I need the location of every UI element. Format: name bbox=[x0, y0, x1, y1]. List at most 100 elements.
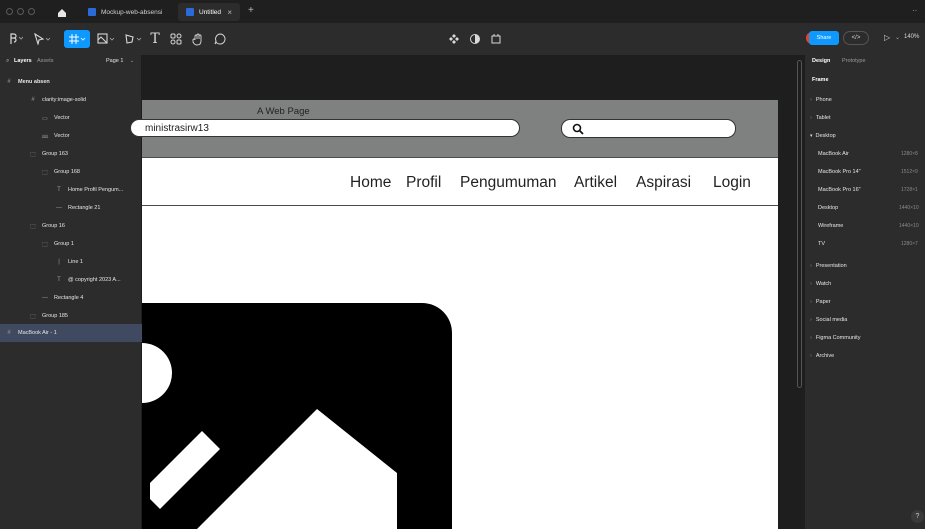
preset-group-label: Presentation bbox=[815, 263, 847, 269]
preset-item[interactable]: MacBook Air bbox=[818, 145, 849, 163]
layer-item[interactable]: ⬚ Group 16 bbox=[0, 217, 142, 235]
tab-untitled[interactable]: Untitled × bbox=[178, 3, 240, 21]
layer-item[interactable]: — Rectangle 21 bbox=[0, 199, 142, 217]
group-icon: ⬚ bbox=[42, 241, 48, 248]
preset-item[interactable]: Desktop bbox=[818, 199, 838, 217]
pen-tool-icon[interactable] bbox=[121, 30, 145, 48]
layer-item[interactable]: # clarity:image-solid bbox=[0, 91, 142, 109]
resources-icon[interactable] bbox=[168, 30, 184, 48]
line-icon: — bbox=[42, 295, 48, 301]
close-tab-icon[interactable]: × bbox=[227, 8, 232, 17]
search-bar[interactable] bbox=[561, 119, 736, 138]
layer-label: Vector bbox=[54, 133, 70, 139]
group-icon: ⬚ bbox=[30, 313, 36, 320]
main-menu-icon[interactable] bbox=[6, 30, 26, 48]
zoom-level[interactable]: 140% bbox=[904, 34, 919, 40]
nav-aspirasi[interactable]: Aspirasi bbox=[636, 174, 691, 192]
layer-item[interactable]: ⅏ Vector bbox=[0, 127, 142, 145]
layer-item[interactable]: ⬚ Group 168 bbox=[0, 163, 142, 181]
preset-group[interactable]: › Figma Community bbox=[810, 329, 860, 347]
text-tool-icon[interactable]: T bbox=[148, 30, 162, 48]
chevron-down-icon[interactable]: ⌄ bbox=[130, 58, 134, 64]
nav-pengumuman[interactable]: Pengumuman bbox=[460, 174, 557, 192]
layer-item[interactable]: ▭ Vector bbox=[0, 109, 142, 127]
comment-tool-icon[interactable] bbox=[212, 30, 228, 48]
tab-layers[interactable]: Layers bbox=[14, 58, 32, 64]
preset-group-tablet[interactable]: › Tablet bbox=[810, 109, 831, 127]
url-bar[interactable]: ministrasirw13 bbox=[130, 119, 520, 137]
tab-label: Mockup-web-absensi bbox=[101, 8, 163, 16]
group-icon: ⬚ bbox=[30, 223, 36, 230]
nav-home[interactable]: Home bbox=[350, 174, 391, 192]
figma-file-icon bbox=[88, 8, 96, 16]
chevron-down-icon[interactable]: ⌄ bbox=[895, 34, 900, 41]
window-close-dot[interactable] bbox=[6, 8, 13, 15]
mask-icon[interactable] bbox=[467, 30, 483, 48]
window-minimize-dot[interactable] bbox=[17, 8, 24, 15]
new-tab-icon[interactable]: + bbox=[248, 5, 254, 16]
search-icon bbox=[572, 123, 584, 135]
preset-group[interactable]: › Presentation bbox=[810, 257, 847, 275]
preset-group-label: Paper bbox=[815, 299, 831, 305]
frame-tool-icon[interactable] bbox=[64, 30, 90, 48]
layer-label: Line 1 bbox=[68, 259, 83, 265]
nav-login[interactable]: Login bbox=[713, 174, 751, 192]
preset-group-desktop[interactable]: ▾ Desktop bbox=[810, 127, 836, 145]
nav-artikel[interactable]: Artikel bbox=[574, 174, 617, 192]
preset-label: Desktop bbox=[818, 205, 839, 211]
hand-tool-icon[interactable] bbox=[190, 30, 206, 48]
preset-item[interactable]: MacBook Pro 14" bbox=[818, 163, 861, 181]
move-tool-icon[interactable] bbox=[30, 30, 54, 48]
preset-group-label: Phone bbox=[815, 97, 832, 103]
page-selector[interactable]: Page 1 bbox=[106, 58, 123, 64]
preset-group[interactable]: › Watch bbox=[810, 275, 831, 293]
layer-item[interactable]: T Home Profil Pengum... bbox=[0, 181, 142, 199]
layer-item[interactable]: # Menu absen bbox=[0, 73, 142, 91]
preset-group-phone[interactable]: › Phone bbox=[810, 91, 832, 109]
layer-item[interactable]: T @ copyright 2023 A... bbox=[0, 271, 142, 289]
more-icon[interactable]: ·· bbox=[912, 6, 917, 15]
tab-assets[interactable]: Assets bbox=[37, 58, 54, 64]
title-bar: Mockup-web-absensi Untitled × + ·· bbox=[0, 0, 925, 24]
preset-item[interactable]: Wireframe bbox=[818, 217, 843, 235]
preset-size: 1440×10 bbox=[899, 223, 919, 229]
home-icon[interactable] bbox=[56, 6, 68, 18]
figma-file-icon bbox=[186, 8, 194, 16]
crop-icon[interactable] bbox=[488, 30, 504, 48]
window-zoom-dot[interactable] bbox=[28, 8, 35, 15]
image-placeholder-icon[interactable] bbox=[142, 303, 452, 529]
preset-group[interactable]: › Social media bbox=[810, 311, 847, 329]
help-icon[interactable]: ? bbox=[911, 510, 924, 523]
preset-label: MacBook Pro 14" bbox=[818, 169, 861, 175]
layer-label: @ copyright 2023 A... bbox=[68, 277, 121, 283]
shape-tool-icon[interactable] bbox=[94, 30, 118, 48]
tab-mockup-web-absensi[interactable]: Mockup-web-absensi bbox=[80, 3, 170, 21]
preset-group[interactable]: › Archive bbox=[810, 347, 834, 365]
layer-item[interactable]: ⬚ Group 163 bbox=[0, 145, 142, 163]
layer-item[interactable]: ⬚ Group 1 bbox=[0, 235, 142, 253]
search-icon[interactable]: ⌕ bbox=[6, 58, 9, 65]
canvas-scrollbar[interactable] bbox=[797, 60, 802, 388]
layer-label: Group 185 bbox=[42, 313, 68, 319]
chevron-right-icon: › bbox=[810, 317, 812, 323]
layer-label: Group 1 bbox=[54, 241, 74, 247]
layer-item[interactable]: ⬚ Group 185 bbox=[0, 307, 142, 325]
present-icon[interactable]: ▷ bbox=[884, 33, 890, 42]
component-icon[interactable] bbox=[446, 30, 462, 48]
preset-group-label: Watch bbox=[815, 281, 832, 287]
preset-item[interactable]: MacBook Pro 16" bbox=[818, 181, 861, 199]
preset-group-label: Archive bbox=[815, 353, 835, 359]
preset-label: MacBook Air bbox=[818, 151, 849, 157]
preset-item[interactable]: TV bbox=[818, 235, 825, 253]
layer-item[interactable]: — Rectangle 4 bbox=[0, 289, 142, 307]
dev-mode-toggle[interactable]: </> bbox=[843, 31, 869, 45]
share-button[interactable]: Share bbox=[809, 31, 839, 45]
tab-design[interactable]: Design bbox=[812, 58, 830, 64]
layer-item[interactable]: | Line 1 bbox=[0, 253, 142, 271]
nav-profil[interactable]: Profil bbox=[406, 174, 441, 192]
frame-icon: # bbox=[31, 97, 35, 103]
layer-item-selected[interactable]: # MacBook Air - 1 bbox=[0, 324, 142, 342]
chevron-right-icon: › bbox=[810, 97, 812, 103]
preset-group[interactable]: › Paper bbox=[810, 293, 831, 311]
tab-prototype[interactable]: Prototype bbox=[842, 58, 866, 64]
